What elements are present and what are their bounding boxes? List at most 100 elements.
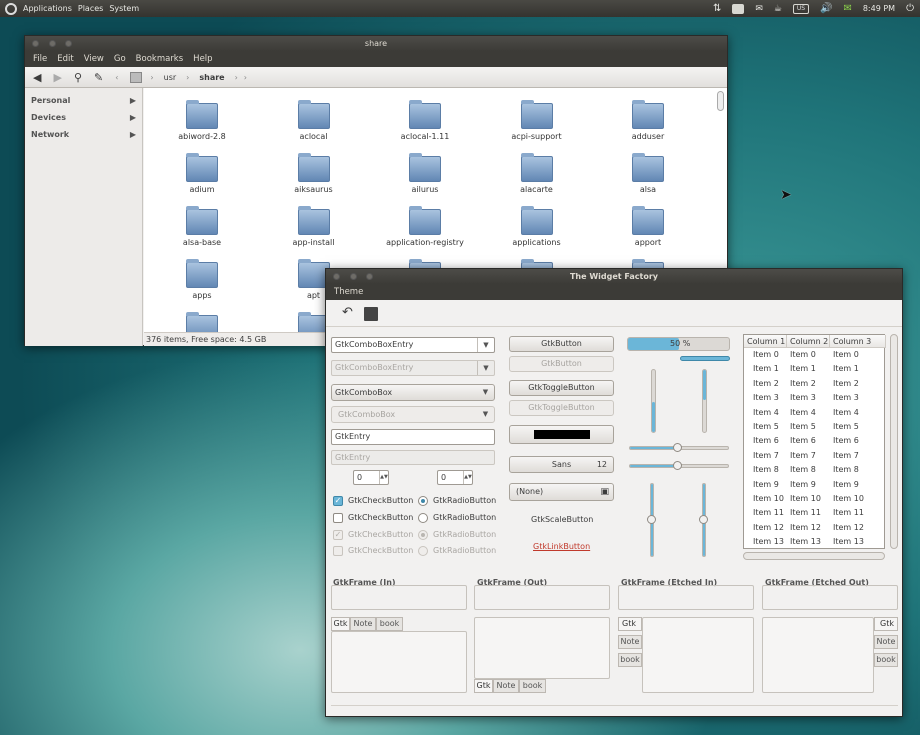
- forward-icon[interactable]: ▶: [53, 71, 61, 84]
- color-button[interactable]: [509, 425, 614, 444]
- tree-cell[interactable]: Item 12: [744, 523, 784, 532]
- tree-cell[interactable]: Item 6: [781, 436, 816, 445]
- column-header-2[interactable]: Column 2: [787, 335, 830, 348]
- menu-help[interactable]: Help: [193, 54, 212, 64]
- menu-edit[interactable]: Edit: [57, 54, 73, 64]
- close-icon[interactable]: [333, 273, 340, 280]
- tree-cell[interactable]: Item 3: [744, 393, 779, 402]
- folder-item[interactable]: adduser: [603, 100, 693, 141]
- clock[interactable]: 8:49 PM: [863, 4, 895, 13]
- scale-slider-knob[interactable]: [673, 443, 682, 452]
- combo-box-entry[interactable]: GtkComboBoxEntry ▼: [331, 337, 495, 353]
- tree-cell[interactable]: Item 12: [781, 523, 821, 532]
- cup-icon[interactable]: ☕: [774, 4, 782, 14]
- tree-cell[interactable]: Item 1: [744, 364, 779, 373]
- notebook2-tab-book[interactable]: book: [519, 679, 546, 693]
- folder-item[interactable]: alsa-base: [157, 206, 247, 247]
- expander-icon[interactable]: ▶: [130, 130, 136, 139]
- chevron-down-icon[interactable]: ▼: [477, 385, 494, 400]
- tree-vertical-scrollbar[interactable]: [890, 334, 898, 549]
- tree-cell[interactable]: Item 3: [781, 393, 816, 402]
- refresh-icon[interactable]: ↶: [342, 305, 353, 320]
- notebook4-tab-gtk[interactable]: Gtk: [874, 617, 898, 631]
- menu-theme[interactable]: Theme: [334, 287, 363, 297]
- tree-cell[interactable]: Item 11: [781, 508, 821, 517]
- chevron-down-icon[interactable]: ▼: [477, 338, 494, 352]
- menu-applications[interactable]: Applications: [23, 4, 72, 13]
- folder-item[interactable]: aclocal-1.11: [380, 100, 470, 141]
- column-header-3[interactable]: Column 3: [830, 335, 886, 348]
- path-usr[interactable]: usr: [164, 73, 177, 82]
- tree-cell[interactable]: Item 5: [781, 422, 816, 431]
- column-header-1[interactable]: Column 1: [744, 335, 787, 348]
- folder-item[interactable]: [157, 312, 247, 332]
- entry[interactable]: GtkEntry: [331, 429, 495, 445]
- path-share[interactable]: share: [199, 73, 224, 82]
- tree-cell[interactable]: Item 4: [744, 408, 779, 417]
- tree-cell[interactable]: Item 9: [744, 480, 779, 489]
- volume-icon[interactable]: 🔊: [820, 3, 832, 14]
- sidebar-item-personal[interactable]: Personal ▶: [25, 92, 142, 109]
- close-icon[interactable]: [32, 40, 39, 47]
- spin-button[interactable]: 0 ▲▼: [353, 470, 389, 485]
- widget-factory-titlebar[interactable]: The Widget Factory: [326, 269, 902, 284]
- tree-horizontal-scrollbar[interactable]: [743, 552, 885, 560]
- folder-item[interactable]: applications: [492, 206, 582, 247]
- tree-cell[interactable]: Item 7: [824, 451, 859, 460]
- tree-cell[interactable]: Item 0: [824, 350, 859, 359]
- minimize-icon[interactable]: [350, 273, 357, 280]
- folder-item[interactable]: alacarte: [492, 153, 582, 194]
- tree-cell[interactable]: Item 9: [781, 480, 816, 489]
- ubuntu-logo-icon[interactable]: [5, 2, 17, 15]
- folder-item[interactable]: aclocal: [269, 100, 359, 141]
- tree-cell[interactable]: Item 9: [824, 480, 859, 489]
- folder-item[interactable]: application-registry: [380, 206, 470, 247]
- drive-icon[interactable]: [130, 71, 143, 83]
- notebook3-tab-note[interactable]: Note: [618, 635, 642, 649]
- tree-cell[interactable]: Item 13: [781, 537, 821, 546]
- vertical-scrollbar[interactable]: [717, 91, 724, 111]
- maximize-icon[interactable]: [366, 273, 373, 280]
- gtk-button[interactable]: GtkButton: [509, 336, 614, 352]
- tree-cell[interactable]: Item 1: [824, 364, 859, 373]
- font-button[interactable]: Sans 12: [509, 456, 614, 473]
- menu-system[interactable]: System: [109, 4, 139, 13]
- radio-button-selected[interactable]: [418, 496, 428, 506]
- notebook3-tab-gtk[interactable]: Gtk: [618, 617, 642, 631]
- tree-cell[interactable]: Item 11: [824, 508, 864, 517]
- spin-arrows-icon[interactable]: ▲▼: [379, 471, 388, 484]
- tree-cell[interactable]: Item 7: [781, 451, 816, 460]
- chevron-right-icon[interactable]: ›: [244, 73, 247, 82]
- tree-cell[interactable]: Item 6: [744, 436, 779, 445]
- notebook1-tab-book[interactable]: book: [376, 617, 403, 631]
- tree-cell[interactable]: Item 2: [744, 379, 779, 388]
- folder-item[interactable]: app-install: [269, 206, 359, 247]
- folder-item[interactable]: aiksaurus: [269, 153, 359, 194]
- link-button[interactable]: GtkLinkButton: [533, 542, 590, 551]
- tree-cell[interactable]: Item 10: [744, 494, 784, 503]
- folder-item[interactable]: acpi-support: [492, 100, 582, 141]
- notebook2-tab-gtk[interactable]: Gtk: [474, 679, 493, 693]
- check-button[interactable]: [333, 513, 343, 523]
- tree-cell[interactable]: Item 5: [824, 422, 859, 431]
- tree-cell[interactable]: Item 4: [824, 408, 859, 417]
- check-button-checked[interactable]: ✓: [333, 496, 343, 506]
- folder-item[interactable]: adium: [157, 153, 247, 194]
- menu-view[interactable]: View: [84, 54, 104, 64]
- menu-places[interactable]: Places: [78, 4, 103, 13]
- maximize-icon[interactable]: [65, 40, 72, 47]
- scale-slider-knob[interactable]: [673, 461, 682, 470]
- scale-slider-knob[interactable]: [647, 515, 656, 524]
- tree-cell[interactable]: Item 4: [781, 408, 816, 417]
- menu-bookmarks[interactable]: Bookmarks: [136, 54, 184, 64]
- tree-cell[interactable]: Item 11: [744, 508, 784, 517]
- indicator-icon[interactable]: [732, 3, 745, 14]
- tree-cell[interactable]: Item 2: [824, 379, 859, 388]
- tree-cell[interactable]: Item 8: [824, 465, 859, 474]
- sidebar-item-devices[interactable]: Devices ▶: [25, 109, 142, 126]
- expander-icon[interactable]: ▶: [130, 113, 136, 122]
- notebook4-tab-note[interactable]: Note: [874, 635, 898, 649]
- notebook4-tab-book[interactable]: book: [874, 653, 898, 667]
- scale-button[interactable]: GtkScaleButton: [531, 515, 593, 524]
- sidebar-item-network[interactable]: Network ▶: [25, 126, 142, 143]
